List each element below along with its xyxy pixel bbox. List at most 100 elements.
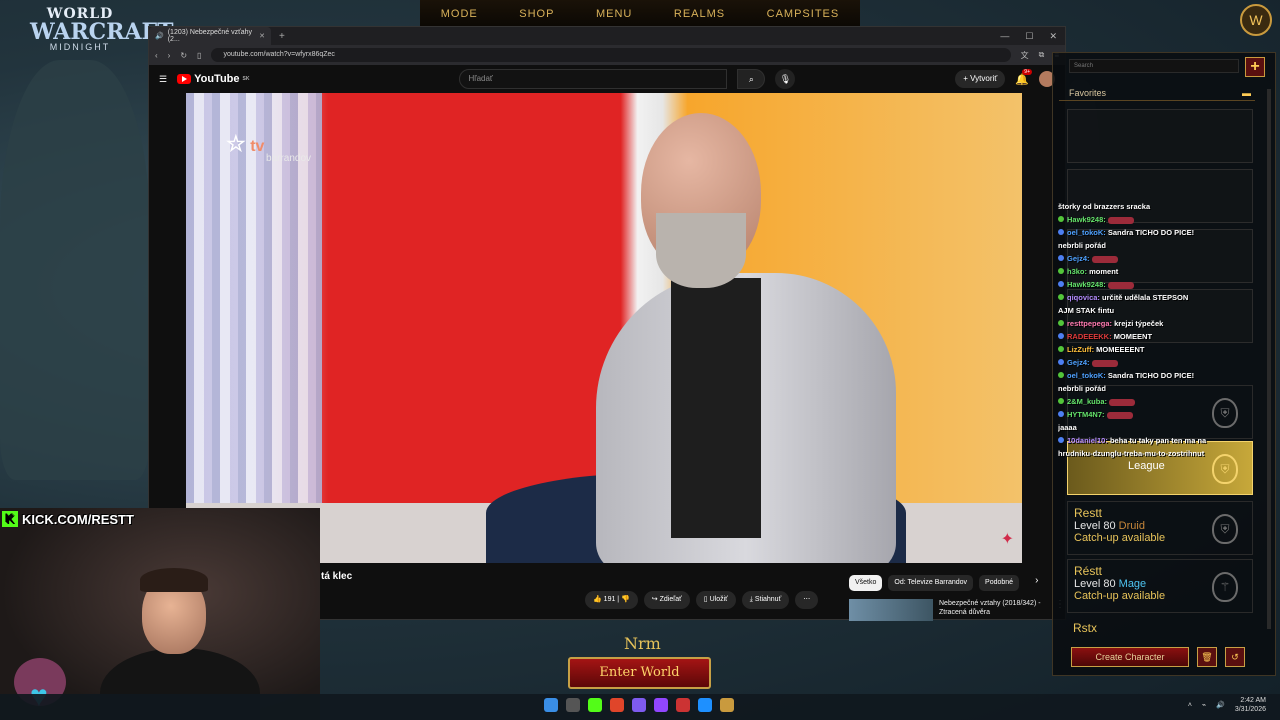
chat-badge-icon — [1058, 268, 1064, 274]
wow-emblem-icon[interactable]: W — [1240, 4, 1272, 36]
character-search-input[interactable]: Search — [1069, 59, 1239, 73]
chat-message: hrudniku-dzunglu-treba-mu-to-zostrihnut — [1058, 447, 1264, 460]
chip-all[interactable]: Všetko — [849, 575, 883, 591]
chip-similar[interactable]: Podobné — [979, 575, 1020, 591]
translate-icon[interactable]: 文 — [1021, 50, 1029, 61]
volume-icon[interactable]: 🔊 — [1216, 701, 1225, 709]
wow-app-icon[interactable] — [720, 698, 734, 712]
save-button[interactable]: ▯ Uložiť — [695, 591, 736, 609]
video-thumbnail[interactable] — [849, 599, 933, 621]
reload-icon[interactable]: ↻ — [180, 51, 187, 60]
app-icon[interactable] — [676, 698, 690, 712]
chat-username: HYTM4N7: — [1067, 410, 1105, 419]
add-icon[interactable]: + — [1245, 57, 1265, 77]
emote-icon — [1091, 255, 1118, 263]
chat-message: nebrbli pořád — [1058, 239, 1264, 252]
chat-text: AJM STAK fintu — [1058, 306, 1115, 315]
hamburger-icon[interactable]: ☰ — [159, 74, 167, 85]
search-icon[interactable]: ⌕ — [737, 69, 766, 89]
character-slot-rstx[interactable]: Rstx — [1067, 617, 1253, 637]
chat-message: štorky od brazzers sracka — [1058, 200, 1264, 213]
chat-message: 10daniel10: beha tu taky pan ten ma na — [1058, 434, 1264, 447]
create-button[interactable]: + Vytvoriť — [955, 70, 1006, 88]
horde-crest-icon: ⚚ — [1212, 572, 1238, 602]
nav-campsites[interactable]: CAMPSITES — [767, 8, 840, 20]
bell-icon[interactable]: 🔔 9+ — [1015, 68, 1032, 86]
realm-name: Nrm — [624, 634, 661, 653]
nav-shop[interactable]: SHOP — [519, 8, 554, 20]
chat-username: Gejz4: — [1067, 254, 1090, 263]
back-icon[interactable]: ‹ — [155, 51, 158, 60]
recommended-title[interactable]: Nebezpečné vztahy (2018/342) - Ztracená … — [939, 599, 1049, 621]
nav-realms[interactable]: REALMS — [674, 8, 725, 20]
more-icon[interactable]: ⋯ — [795, 591, 819, 609]
kick-app-icon[interactable] — [588, 698, 602, 712]
chevron-up-icon[interactable]: ˄ — [1188, 702, 1192, 709]
maximize-icon[interactable]: ☐ — [1025, 31, 1033, 42]
character-slot-restt[interactable]: Restt Level 80 Druid Catch-up available … — [1067, 501, 1253, 555]
chat-username: Hawk9248: — [1067, 215, 1106, 224]
bookmark-icon[interactable]: ▯ — [197, 51, 201, 60]
browser-icon[interactable] — [610, 698, 624, 712]
chat-badge-icon — [1058, 320, 1064, 326]
create-character-button[interactable]: Create Character — [1071, 647, 1189, 667]
discord-icon[interactable] — [632, 698, 646, 712]
chat-username: oel_tokoK: — [1067, 371, 1106, 380]
twitch-icon[interactable] — [654, 698, 668, 712]
microphone-icon[interactable]: 🎙 — [775, 69, 796, 89]
enter-world-button[interactable]: Enter World — [568, 657, 711, 689]
chat-text: hrudniku-dzunglu-treba-mu-to-zostrihnut — [1058, 449, 1205, 458]
video-player[interactable]: ☆ tv barrandov ✦ — [186, 93, 1022, 563]
youtube-logo[interactable]: YouTube SK — [177, 73, 249, 85]
character-slot-restt-mage[interactable]: Réstt Level 80 Mage Catch-up available ⚚ — [1067, 559, 1253, 613]
panel-scrollbar[interactable] — [1267, 89, 1271, 629]
close-window-icon[interactable]: ✕ — [1049, 31, 1057, 42]
url-field[interactable]: youtube.com/watch?v=wfyrx86qZec — [211, 48, 1011, 62]
chat-message: RADEEEKK: MOMEENT — [1058, 330, 1264, 343]
minimize-icon[interactable]: — — [1000, 31, 1009, 42]
emote-icon — [1091, 359, 1118, 367]
nav-menu[interactable]: MENU — [596, 8, 632, 20]
download-button[interactable]: ⤓ Stiahnuť — [741, 591, 790, 609]
chevron-right-icon[interactable]: › — [1035, 575, 1038, 591]
chat-message: Gejz4: — [1058, 252, 1264, 265]
forward-icon[interactable]: › — [168, 51, 171, 60]
collapse-icon[interactable]: ▬ — [1242, 85, 1251, 101]
chat-text: štorky od brazzers sracka — [1058, 202, 1151, 211]
search-input[interactable]: Hľadať — [459, 69, 728, 89]
clock[interactable]: 2:42 AM 3/31/2026 — [1235, 696, 1266, 714]
address-bar: ‹ › ↻ ▯ youtube.com/watch?v=wfyrx86qZec … — [149, 45, 1065, 65]
empty-slot[interactable] — [1067, 109, 1253, 163]
person-beard — [656, 213, 746, 288]
chat-text: beha tu taky pan ten ma na — [1109, 436, 1207, 445]
youtube-header: ☰ YouTube SK Hľadať ⌕ 🎙 + Vytvoriť 🔔 9+ — [149, 65, 1065, 93]
undelete-icon[interactable]: ↺ — [1225, 647, 1245, 667]
network-icon[interactable]: ⌁ — [1202, 701, 1206, 709]
share-button[interactable]: ↪ Zdieľať — [643, 591, 690, 609]
recommended-video[interactable]: Nebezpečné vztahy (2018/342) - Ztracená … — [849, 599, 1065, 621]
browser-tab[interactable]: 🔊 (1203) Nebezpečné vzťahy (2... ✕ — [149, 27, 271, 45]
nav-mode[interactable]: MODE — [441, 8, 478, 20]
chat-badge-icon — [1058, 359, 1064, 365]
delete-character-icon[interactable]: 🗑 — [1197, 647, 1217, 667]
extensions-icon[interactable]: ⧉ — [1039, 50, 1045, 60]
close-tab-icon[interactable]: ✕ — [259, 32, 265, 40]
favorites-header[interactable]: Favorites ▬ — [1059, 85, 1255, 101]
chat-text: určitě udělala STEPSON — [1102, 293, 1189, 302]
chat-badge-icon — [1058, 346, 1064, 352]
chat-username: 10daniel10: — [1067, 436, 1108, 445]
tab-bar: 🔊 (1203) Nebezpečné vzťahy (2... ✕ + — ☐… — [149, 27, 1065, 45]
new-tab-button[interactable]: + — [279, 31, 285, 42]
background-tree — [0, 60, 150, 480]
start-icon[interactable] — [544, 698, 558, 712]
person-shirt — [671, 278, 761, 538]
like-button[interactable]: 👍 191 | 👎 — [585, 591, 638, 609]
taskbar: ˄ ⌁ 🔊 2:42 AM 3/31/2026 — [0, 694, 1280, 720]
task-view-icon[interactable] — [566, 698, 580, 712]
wow-top-nav: MODE SHOP MENU REALMS CAMPSITES — [420, 0, 860, 28]
chat-message: Hawk9248: — [1058, 213, 1264, 226]
chat-badge-icon — [1058, 229, 1064, 235]
battlenet-icon[interactable] — [698, 698, 712, 712]
chat-text: nebrbli pořád — [1058, 241, 1106, 250]
chip-channel[interactable]: Od: Televize Barrandov — [888, 575, 974, 591]
